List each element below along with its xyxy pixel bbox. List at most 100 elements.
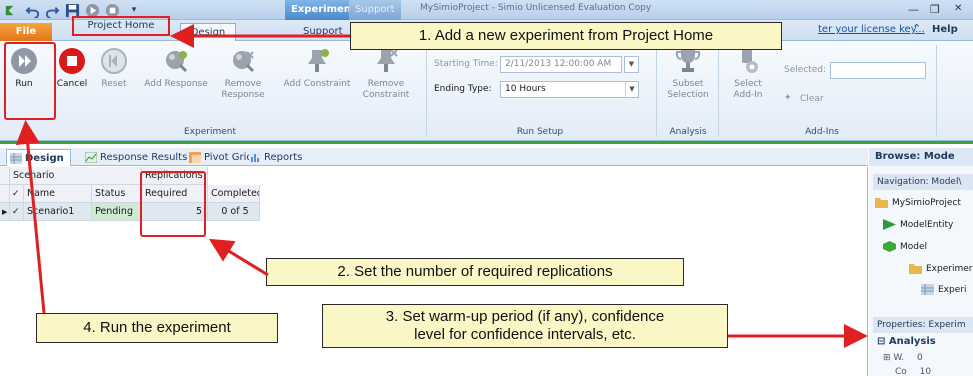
reset-label: Reset xyxy=(101,79,127,89)
nav-item-model[interactable]: Model xyxy=(883,241,927,252)
tab-response-results[interactable]: Response Results xyxy=(82,149,193,166)
tab-reports[interactable]: Reports xyxy=(246,149,308,166)
restore-icon[interactable]: ❐ xyxy=(930,3,940,16)
selected-addin-field[interactable] xyxy=(830,62,926,79)
grid-col-completed[interactable]: Completed xyxy=(208,185,260,203)
ribbon-separator xyxy=(718,45,719,137)
warmup-property-row[interactable]: ⊞ W. 0 xyxy=(883,353,923,363)
confidence-property-label: Co xyxy=(895,367,907,376)
collapse-icon: ⊟ xyxy=(877,336,886,347)
row-indicator-icon: ▶ xyxy=(0,203,10,221)
clear-button[interactable]: ✦ Clear xyxy=(784,93,824,104)
nav-item-label: MySimioProject xyxy=(892,198,961,208)
expand-icon: ⊞ xyxy=(883,353,891,363)
group-label-experiment: Experiment xyxy=(183,127,236,137)
simio-logo-icon xyxy=(2,2,18,18)
highlight-required-column xyxy=(140,171,206,237)
tab-design[interactable]: Design xyxy=(180,23,236,41)
starting-time-dropdown[interactable]: ▼ xyxy=(624,56,639,73)
grid-col-name[interactable]: Name xyxy=(24,185,92,203)
ending-type-label: Ending Type: xyxy=(434,84,492,94)
tab-file[interactable]: File xyxy=(0,23,52,41)
select-addin-label: Select Add-In xyxy=(733,79,763,100)
grid-corner xyxy=(0,185,10,203)
select-all-checkbox[interactable]: ✓ xyxy=(10,185,24,203)
tab-support[interactable]: Support xyxy=(295,23,351,41)
clear-icon: ✦ xyxy=(784,93,792,103)
analysis-label: Analysis xyxy=(888,336,936,347)
reset-button[interactable]: Reset xyxy=(96,47,132,90)
tab-reports-label: Reports xyxy=(264,152,303,163)
confidence-property-value: 10 xyxy=(919,367,932,376)
scenario-name-cell[interactable]: Scenario1 xyxy=(24,203,92,221)
folder-icon xyxy=(909,264,922,274)
undo-icon[interactable] xyxy=(24,2,40,18)
pivot-grid-icon xyxy=(189,152,201,163)
remove-constraint-label: Remove Constraint xyxy=(362,79,410,100)
reports-icon xyxy=(249,152,261,163)
experiment-grid-icon xyxy=(921,284,934,295)
callout-step-3-line-1: 3. Set warm-up period (if any), confiden… xyxy=(385,308,665,325)
model-icon xyxy=(883,241,896,252)
cancel-icon xyxy=(58,47,86,75)
subset-selection-label: Subset Selection xyxy=(667,79,709,100)
ribbon-separator xyxy=(656,45,657,137)
clear-label: Clear xyxy=(800,94,824,104)
addin-icon xyxy=(734,47,762,75)
remove-response-label: Remove Response xyxy=(221,79,265,100)
nav-item-modelentity[interactable]: ModelEntity xyxy=(883,219,953,230)
tab-project-home[interactable]: Project Home xyxy=(72,16,170,36)
cancel-button[interactable]: Cancel xyxy=(52,47,92,90)
checkmark-icon: ✓ xyxy=(12,189,20,199)
checkmark-icon: ✓ xyxy=(12,207,20,217)
context-tab-support: Support xyxy=(349,0,401,20)
nav-item-experiment[interactable]: Experi xyxy=(921,284,966,295)
ending-type-select[interactable]: 10 Hours ▼ xyxy=(500,81,639,98)
group-label-analysis: Analysis xyxy=(669,127,707,137)
add-response-icon xyxy=(162,47,190,75)
add-response-button[interactable]: Add Response xyxy=(140,47,212,90)
tab-design-view[interactable]: Design xyxy=(6,149,71,166)
nav-item-label: Model xyxy=(900,242,928,252)
nav-item-label: ModelEntity xyxy=(900,220,954,230)
chevron-down-icon: ▼ xyxy=(628,60,635,68)
confidence-property-row[interactable]: Co 10 xyxy=(883,367,931,376)
chart-icon xyxy=(85,152,97,163)
minimize-ribbon-icon[interactable]: ⌃ xyxy=(912,22,921,35)
reset-icon xyxy=(100,47,128,75)
grid-col-status[interactable]: Status xyxy=(92,185,142,203)
navigation-header: Navigation: Model\ xyxy=(873,174,973,190)
ribbon: Run Cancel Reset Add Response Remove Res… xyxy=(0,41,973,141)
minimize-icon[interactable]: — xyxy=(908,3,919,16)
remove-constraint-button[interactable]: Remove Constraint xyxy=(358,47,414,101)
callout-step-1: 1. Add a new experiment from Project Hom… xyxy=(350,22,782,50)
remove-response-button[interactable]: Remove Response xyxy=(216,47,270,101)
starting-time-field[interactable]: 2/11/2013 12:00:00 AM xyxy=(500,56,622,73)
tab-response-results-label: Response Results xyxy=(100,152,188,163)
nav-item-project[interactable]: MySimioProject xyxy=(875,197,961,208)
selected-label: Selected: xyxy=(784,65,827,75)
nav-item-label: Experi xyxy=(938,285,967,295)
redo-icon[interactable] xyxy=(44,2,60,18)
license-key-link[interactable]: ter your license key... xyxy=(818,24,925,35)
close-icon[interactable]: ✕ xyxy=(954,3,962,14)
analysis-category[interactable]: ⊟ Analysis xyxy=(877,336,936,347)
add-constraint-button[interactable]: Add Constraint xyxy=(282,47,352,90)
entity-icon xyxy=(883,219,896,230)
window-title: MySimioProject - Simio Unlicensed Evalua… xyxy=(420,3,652,13)
chevron-down-icon: ▼ xyxy=(625,82,638,97)
scenario-checkbox[interactable]: ✓ xyxy=(10,203,24,221)
add-response-label: Add Response xyxy=(144,79,208,89)
callout-step-4: 4. Run the experiment xyxy=(36,313,278,343)
add-constraint-label: Add Constraint xyxy=(283,79,351,89)
remove-response-icon xyxy=(229,47,257,75)
nav-item-experiments[interactable]: Experimer xyxy=(909,263,972,274)
callout-step-3-line-2: level for confidence intervals, etc. xyxy=(414,326,636,343)
browse-mode-header: Browse: Mode xyxy=(869,148,973,166)
callout-step-2: 2. Set the number of required replicatio… xyxy=(266,258,684,286)
cancel-label: Cancel xyxy=(56,79,88,89)
callout-step-3: 3. Set warm-up period (if any), confiden… xyxy=(322,304,728,348)
subset-selection-button[interactable]: Subset Selection xyxy=(666,47,710,101)
help-button[interactable]: Help xyxy=(932,24,958,35)
select-addin-button[interactable]: Select Add-In xyxy=(726,47,770,101)
